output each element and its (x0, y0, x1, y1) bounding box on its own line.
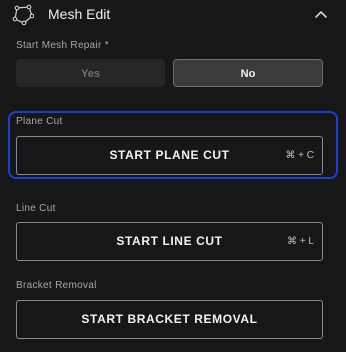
mesh-repair-no-option[interactable]: No (173, 59, 323, 87)
start-mesh-repair-label: Start Mesh Repair * (16, 40, 109, 51)
mesh-edit-panel: Mesh Edit Start Mesh Repair * Yes No Pla… (0, 0, 346, 352)
bracket-removal-label: Bracket Removal (16, 280, 97, 291)
mesh-polygon-icon (12, 4, 35, 26)
plane-cut-label: Plane Cut (16, 116, 63, 127)
start-line-cut-button[interactable]: START LINE CUT ⌘ + L (16, 222, 323, 261)
panel-title: Mesh Edit (48, 6, 111, 22)
start-bracket-removal-button[interactable]: START BRACKET REMOVAL (16, 300, 323, 339)
line-cut-label: Line Cut (16, 203, 56, 214)
chevron-up-icon[interactable] (312, 6, 330, 24)
start-plane-cut-label: START PLANE CUT (109, 148, 230, 162)
line-cut-shortcut: ⌘ + L (287, 236, 314, 247)
start-line-cut-label: START LINE CUT (116, 234, 223, 248)
panel-header[interactable]: Mesh Edit (0, 0, 346, 30)
plane-cut-shortcut: ⌘ + C (285, 150, 314, 161)
start-plane-cut-button[interactable]: START PLANE CUT ⌘ + C (16, 136, 323, 175)
mesh-repair-yes-option[interactable]: Yes (16, 59, 165, 87)
start-bracket-removal-label: START BRACKET REMOVAL (81, 312, 258, 326)
